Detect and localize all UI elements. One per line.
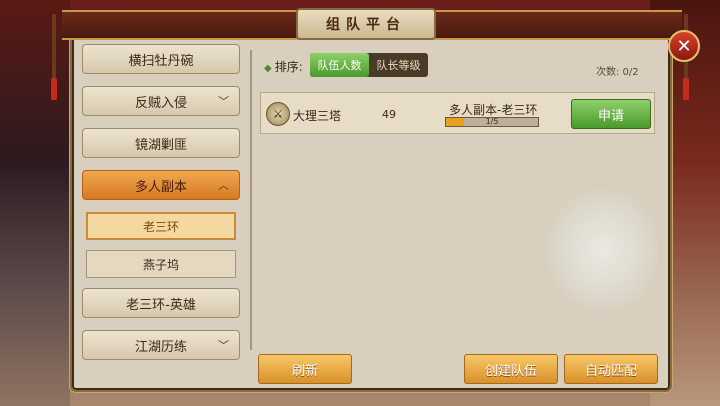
right-tassel xyxy=(683,78,689,100)
team-level: 49 xyxy=(382,108,396,121)
sidebar-subitem-label: 老三环 xyxy=(142,219,179,234)
sidebar-item-fanzei[interactable]: 反贼入侵 ﹀ xyxy=(82,86,240,116)
dungeon-name: 多人副本-老三环 xyxy=(449,103,538,117)
refresh-button[interactable]: 刷新 xyxy=(258,354,352,384)
close-icon: ✕ xyxy=(676,35,692,57)
attempt-count: 次数: 0/2 xyxy=(596,67,639,78)
sidebar-item-label: 横扫牡丹碗 xyxy=(128,53,194,69)
sort-option-leader-level[interactable]: 队长等级 xyxy=(369,53,428,77)
sidebar-divider xyxy=(250,50,252,350)
left-pole xyxy=(52,14,56,84)
sidebar-item-jianghu[interactable]: 江湖历练 ﹀ xyxy=(82,330,240,360)
sort-toggle: 队伍人数 队长等级 xyxy=(310,53,428,77)
sidebar-subitem-label: 燕子坞 xyxy=(142,257,179,272)
team-row: ⚔ 大理三塔 49 多人副本-老三环 1/5 申请 xyxy=(260,92,655,134)
sword-icon: ⚔ xyxy=(266,102,290,126)
create-team-button[interactable]: 创建队伍 xyxy=(464,354,558,384)
auto-match-button[interactable]: 自动匹配 xyxy=(564,354,658,384)
sidebar-subitem-laosanhuan[interactable]: 老三环 xyxy=(86,212,236,240)
chevron-down-icon: ﹀ xyxy=(218,339,229,352)
decorative-splash xyxy=(548,190,658,310)
sidebar-item-label: 多人副本 xyxy=(134,179,187,195)
diamond-icon: ◆ xyxy=(264,63,272,74)
team-progress-bar: 1/5 xyxy=(445,117,539,127)
page-title: 组队平台 xyxy=(296,8,436,40)
apply-button[interactable]: 申请 xyxy=(571,99,651,129)
chevron-up-icon: ︿ xyxy=(218,179,229,192)
sidebar-item-label: 镜湖剿匪 xyxy=(134,137,187,153)
background-left xyxy=(0,0,70,406)
sidebar-subitem-yanziwu[interactable]: 燕子坞 xyxy=(86,250,236,278)
sidebar-item-jinghu[interactable]: 镜湖剿匪 xyxy=(82,128,240,158)
left-tassel xyxy=(51,78,57,100)
team-progress-text: 1/5 xyxy=(485,117,499,126)
team-name: 大理三塔 xyxy=(293,109,342,123)
sort-option-team-size[interactable]: 队伍人数 xyxy=(310,53,369,77)
sidebar: 横扫牡丹碗 反贼入侵 ﹀ 镜湖剿匪 多人副本 ︿ 老三环 燕子坞 老三环-英雄 … xyxy=(80,44,242,362)
sort-label: ◆ 排序: xyxy=(264,60,303,74)
sidebar-item-label: 老三环-英雄 xyxy=(126,297,196,313)
chevron-down-icon: ﹀ xyxy=(218,95,229,108)
sidebar-item-label: 反贼入侵 xyxy=(134,95,187,111)
close-button[interactable]: ✕ xyxy=(668,30,700,62)
sidebar-item-duoren[interactable]: 多人副本 ︿ xyxy=(82,170,240,200)
sidebar-item-laosanhuan-hero[interactable]: 老三环-英雄 xyxy=(82,288,240,318)
sidebar-item-label: 江湖历练 xyxy=(134,339,187,355)
sidebar-item-hengsao[interactable]: 横扫牡丹碗 xyxy=(82,44,240,74)
